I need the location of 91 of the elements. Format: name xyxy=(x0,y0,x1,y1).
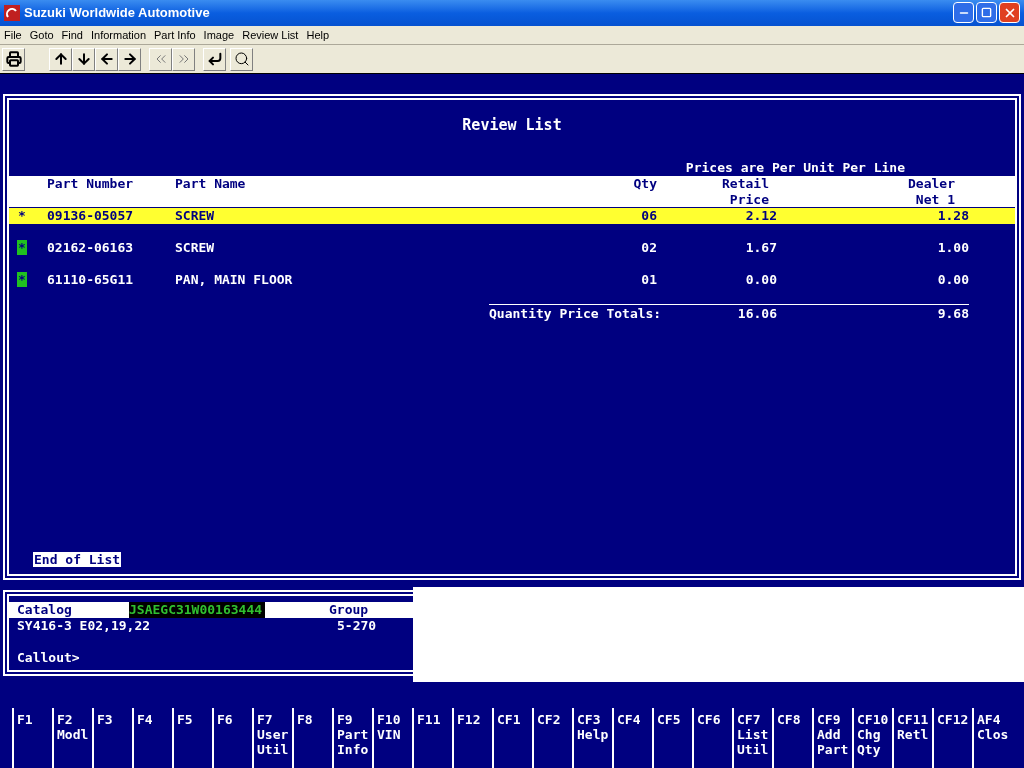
function-key[interactable]: CF3 Help xyxy=(572,708,612,768)
function-key[interactable]: F4 xyxy=(132,708,172,768)
vin-value: JSAEGC31W00163444 xyxy=(129,602,265,618)
table-cell-text: 16.06 xyxy=(736,306,777,322)
column-header: Part Name xyxy=(175,176,247,192)
function-key[interactable]: CF2 xyxy=(532,708,572,768)
table-cell-text: 01 xyxy=(640,272,657,288)
table-cell-text: 2.12 xyxy=(744,208,777,224)
function-key[interactable]: CF10 Chg Qty xyxy=(852,708,892,768)
function-key[interactable]: CF4 xyxy=(612,708,652,768)
menu-item[interactable]: Goto xyxy=(29,26,54,44)
price-note: Prices are Per Unit Per Line xyxy=(685,160,905,176)
table-cell-text: 61110-65G11 xyxy=(47,272,135,288)
column-header: Dealer Net 1 xyxy=(907,176,956,208)
table-cell-text: 9.68 xyxy=(936,306,969,322)
function-key[interactable]: CF7 List Util xyxy=(732,708,772,768)
menu-item[interactable]: Part Info xyxy=(154,26,196,44)
app-logo-icon xyxy=(4,4,20,21)
function-key[interactable]: F11 xyxy=(412,708,452,768)
function-key[interactable]: F7 User Util xyxy=(252,708,292,768)
table-cell-text: SCREW xyxy=(175,208,216,224)
end-of-list: End of List xyxy=(33,552,122,567)
group-label: Group xyxy=(329,602,369,618)
table-cell-text: 1.00 xyxy=(936,240,969,256)
table-cell-text: SCREW xyxy=(175,240,216,256)
function-key[interactable]: F1 xyxy=(12,708,52,768)
minimize-button[interactable] xyxy=(953,2,974,24)
left-arrow-icon xyxy=(98,51,115,68)
marker: * xyxy=(17,240,27,255)
menu-item[interactable]: Help xyxy=(306,26,330,44)
function-key[interactable]: CF11 Retl xyxy=(892,708,932,768)
table-cell-text: 06 xyxy=(640,208,657,224)
table-row[interactable]: * 02162-06163 SCREW 02 1.67 1.00 xyxy=(9,240,1015,256)
callout-prompt: Callout> xyxy=(17,650,80,665)
function-key[interactable]: F5 xyxy=(172,708,212,768)
group-value: 5-270 xyxy=(337,618,377,634)
menu-item[interactable]: File xyxy=(4,26,22,44)
function-key[interactable]: AF4 Clos xyxy=(972,708,1012,768)
function-key[interactable]: CF9 Add Part xyxy=(812,708,852,768)
double-left-button[interactable] xyxy=(149,47,172,71)
menu-item[interactable]: Image xyxy=(203,26,235,44)
marker: * xyxy=(17,272,27,287)
function-key[interactable]: F9 Part Info xyxy=(332,708,372,768)
function-key[interactable]: CF5 xyxy=(652,708,692,768)
catalog-label: Catalog xyxy=(17,602,73,618)
table-row[interactable]: * 61110-65G11 PAN, MAIN FLOOR 01 0.00 0.00 xyxy=(9,272,1015,288)
function-key[interactable]: CF6 xyxy=(692,708,732,768)
menu-item[interactable]: Review List xyxy=(242,26,299,44)
totals-label: Quantity Price Totals: xyxy=(489,306,663,322)
column-header: Retail Price xyxy=(721,176,770,208)
table-cell-text: 0.00 xyxy=(936,272,969,288)
function-key[interactable]: F3 xyxy=(92,708,132,768)
window-title: Suzuki Worldwide Automotive xyxy=(24,4,211,23)
column-header: Qty xyxy=(632,176,657,192)
table-cell-text: 02162-06163 xyxy=(47,240,135,256)
restore-button[interactable] xyxy=(976,2,997,24)
double-right-button[interactable] xyxy=(172,47,195,71)
function-key[interactable]: F6 xyxy=(212,708,252,768)
panel-title: Review List xyxy=(462,117,562,133)
enter-button[interactable] xyxy=(203,47,226,71)
menu-item[interactable]: Find xyxy=(61,26,83,44)
right-arrow-button[interactable] xyxy=(118,47,141,71)
function-key[interactable]: F2 Modl xyxy=(52,708,92,768)
table-row[interactable]: * 09136-05057 SCREW 06 2.12 1.28 xyxy=(9,208,1015,224)
printer-icon xyxy=(5,51,22,68)
enter-icon xyxy=(206,51,223,68)
table-cell-text: 0.00 xyxy=(744,272,777,288)
marker: * xyxy=(17,208,27,223)
function-key[interactable]: F8 xyxy=(292,708,332,768)
column-header: Part Number xyxy=(47,176,135,192)
printer-button[interactable] xyxy=(2,47,25,71)
function-key[interactable]: CF1 xyxy=(492,708,532,768)
menu-item[interactable]: Information xyxy=(91,26,147,44)
left-arrow-button[interactable] xyxy=(95,47,118,71)
function-key[interactable]: CF12 xyxy=(932,708,972,768)
right-arrow-icon xyxy=(121,51,138,68)
function-key[interactable]: F10 VIN xyxy=(372,708,412,768)
search-button[interactable] xyxy=(230,47,253,71)
table-cell-text: 1.67 xyxy=(744,240,777,256)
search-icon xyxy=(233,51,250,68)
down-arrow-button[interactable] xyxy=(72,47,95,71)
function-key[interactable]: F12 xyxy=(452,708,492,768)
function-key[interactable]: CF8 xyxy=(772,708,812,768)
close-button[interactable] xyxy=(999,2,1020,24)
table-cell-text: 1.28 xyxy=(936,208,969,224)
catalog-value: SY416-3 E02,19,22 xyxy=(17,618,152,634)
maximize-icon xyxy=(981,7,992,19)
table-cell-text: PAN, MAIN FLOOR xyxy=(175,272,294,288)
table-cell-text: 02 xyxy=(640,240,657,256)
table-cell-text: 09136-05057 xyxy=(47,208,135,224)
up-arrow-button[interactable] xyxy=(49,47,72,71)
